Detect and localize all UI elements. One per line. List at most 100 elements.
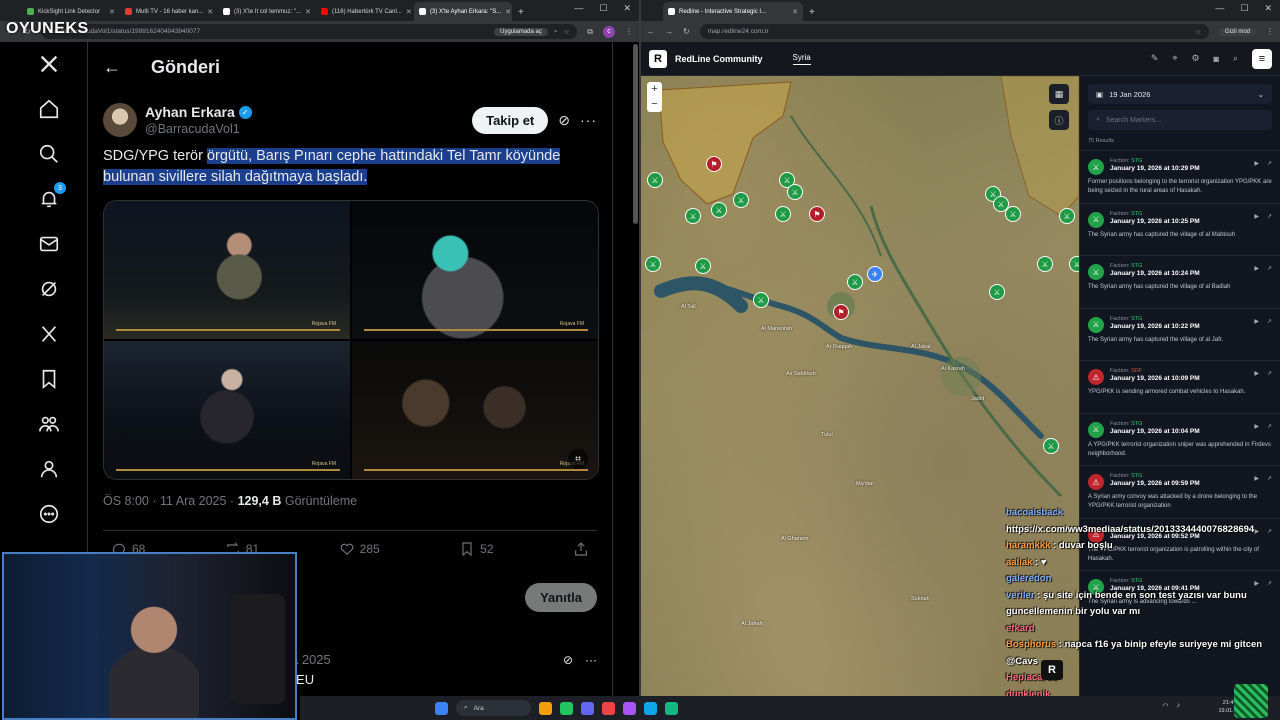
close-tab-icon[interactable]: ✕ <box>792 8 798 16</box>
back-arrow-icon[interactable]: ← <box>103 57 121 78</box>
marker-search-input[interactable]: ⌕ Search Markers... <box>1088 110 1272 130</box>
army-marker-icon[interactable]: ⚔ <box>753 292 769 308</box>
chat-username[interactable]: Bosphorus <box>1006 639 1056 650</box>
zoom-out-button[interactable]: − <box>651 97 657 112</box>
close-tab-icon[interactable]: ✕ <box>207 8 213 16</box>
profile-avatar[interactable]: c <box>603 25 615 38</box>
photo-4[interactable]: Rojava FM⌗ <box>352 341 598 479</box>
video-icon[interactable]: ▶ <box>1254 160 1259 167</box>
army-marker-icon[interactable]: ⚔ <box>685 208 701 224</box>
chat-username[interactable]: galeredon <box>1006 573 1051 584</box>
maximize-icon[interactable]: ☐ <box>599 3 607 14</box>
minimize-icon[interactable]: — <box>574 3 583 14</box>
army-marker-icon[interactable]: ⚔ <box>647 172 663 188</box>
wifi-icon[interactable]: ◠ <box>1162 702 1168 710</box>
new-tab-button[interactable]: + <box>512 7 530 21</box>
author-handle[interactable]: @BarracudaVol1 <box>145 122 252 136</box>
close-tab-icon[interactable]: ✕ <box>305 8 311 16</box>
date-picker[interactable]: ▣ 19 Jan 2026 ⌄ <box>1088 84 1272 104</box>
communities-icon[interactable] <box>37 412 61 436</box>
search-icon[interactable]: ⌕ <box>1233 53 1238 64</box>
new-tab-button[interactable]: + <box>803 7 821 21</box>
video-icon[interactable]: ▶ <box>1254 475 1259 482</box>
menu-dots-icon[interactable]: ⋮ <box>625 27 633 36</box>
external-link-icon[interactable]: ↗ <box>1267 160 1272 167</box>
camera-icon[interactable]: ◙ <box>1214 54 1219 64</box>
map-info-icon[interactable]: ⓘ <box>1049 110 1069 130</box>
army-marker-icon[interactable]: ⚔ <box>1043 438 1059 454</box>
army-marker-icon[interactable]: ⚔ <box>1005 206 1021 222</box>
close-tab-icon[interactable]: ✕ <box>109 8 115 16</box>
url-field[interactable]: x.com/BarracudaVol1/status/1999162404043… <box>40 24 578 39</box>
more-options-icon[interactable]: ··· <box>585 653 597 667</box>
grok-explain-icon[interactable]: ⊘ <box>558 112 570 129</box>
location-pin-icon[interactable]: ⌖ <box>1172 53 1177 64</box>
close-window-icon[interactable]: ✕ <box>1264 3 1272 14</box>
grok-explain-icon[interactable]: ⊘ <box>563 653 573 667</box>
file-explorer-icon[interactable] <box>539 701 552 715</box>
home-icon[interactable] <box>37 97 61 121</box>
redline-floating-logo[interactable]: R <box>1041 660 1063 680</box>
video-icon[interactable]: ▶ <box>1254 370 1259 377</box>
hostile-marker-icon[interactable]: ⚑ <box>706 156 722 172</box>
post-timestamp[interactable]: ÖS 8:00 · 11 Ara 2025 · <box>103 494 238 508</box>
settings-gear-icon[interactable]: ⚙ <box>1191 53 1199 64</box>
explore-search-icon[interactable] <box>37 142 61 166</box>
taskbar-search[interactable]: ⌕ Ara <box>456 700 531 716</box>
video-icon[interactable]: ▶ <box>1254 423 1259 430</box>
army-marker-icon[interactable]: ⚔ <box>787 184 803 200</box>
draw-pen-icon[interactable]: ✎ <box>1151 53 1159 64</box>
army-marker-icon[interactable]: ⚔ <box>1059 208 1075 224</box>
marker-item[interactable]: ⚔ Faction: STG January 19, 2026 at 10:25 P… <box>1080 202 1280 256</box>
bookmark-star-icon[interactable]: ☆ <box>563 28 569 36</box>
image-edit-icon[interactable]: ⌗ <box>568 449 588 469</box>
hostile-marker-icon[interactable]: ⚑ <box>809 206 825 222</box>
browser-chrome-icon[interactable] <box>560 701 573 715</box>
extensions-icon[interactable]: ⧉ <box>587 27 593 37</box>
browser-tab[interactable]: (116) Habertürk TV Canl... ✕ <box>316 2 414 21</box>
volume-icon[interactable]: ♪ <box>1177 702 1181 710</box>
map-layers-icon[interactable]: ▦ <box>1049 84 1069 104</box>
author-avatar[interactable] <box>103 103 137 137</box>
maximize-icon[interactable]: ☐ <box>1240 3 1248 14</box>
close-window-icon[interactable]: ✕ <box>623 3 631 14</box>
url-field[interactable]: map.redline24.com.tr ☆ <box>699 24 1209 39</box>
menu-dots-icon[interactable]: ⋮ <box>1266 27 1274 36</box>
external-link-icon[interactable]: ↗ <box>1267 370 1272 377</box>
hamburger-menu-icon[interactable]: ≡ <box>1252 48 1272 69</box>
browser-tab-active[interactable]: Redline - Interactive Strategic I... ✕ <box>663 2 803 21</box>
external-link-icon[interactable]: ↗ <box>1267 475 1272 482</box>
notifications-bell-icon[interactable]: 3 <box>37 182 66 211</box>
browser-tab[interactable]: KickSight Link Detector ✕ <box>22 2 120 21</box>
external-link-icon[interactable]: ↗ <box>1267 213 1272 220</box>
follow-button[interactable]: Takip et <box>472 106 549 134</box>
profile-icon[interactable] <box>37 457 61 481</box>
marker-item[interactable]: ⚠ Faction: SDF January 19, 2026 at 10:09 P… <box>1080 360 1280 413</box>
incognito-chip[interactable]: Gizli mod <box>1218 27 1256 36</box>
author-display-name[interactable]: Ayhan Erkara ✓ <box>145 104 252 120</box>
bookmark-action[interactable]: 52 <box>459 541 494 557</box>
external-link-icon[interactable]: ↗ <box>1267 423 1272 430</box>
browser-tab[interactable]: Multi TV - 16 haber kan... ✕ <box>120 2 218 21</box>
army-marker-icon[interactable]: ⚔ <box>711 202 727 218</box>
bookmarks-icon[interactable] <box>37 367 61 391</box>
video-icon[interactable]: ▶ <box>1254 318 1259 325</box>
chat-username[interactable]: veriler <box>1006 590 1035 601</box>
discord-icon[interactable] <box>581 701 594 715</box>
share-action[interactable] <box>573 541 589 557</box>
back-icon[interactable]: ← <box>647 27 655 36</box>
photo-1[interactable]: Rojava FM <box>104 201 350 339</box>
edge-icon[interactable] <box>644 701 657 715</box>
army-marker-icon[interactable]: ⚔ <box>989 284 1005 300</box>
marker-item[interactable]: ⚔ Faction: STG January 19, 2026 at 10:22 P… <box>1080 307 1280 361</box>
chat-username[interactable]: haramkkk <box>1006 540 1050 551</box>
army-marker-icon[interactable]: ⚔ <box>1037 256 1053 272</box>
army-marker-icon[interactable]: ⚔ <box>695 258 711 274</box>
more-options-icon[interactable]: ··· <box>580 112 597 128</box>
region-tab-syria[interactable]: Syria <box>792 53 811 65</box>
hostile-marker-icon[interactable]: ⚑ <box>833 304 849 320</box>
app-icon[interactable] <box>602 701 615 715</box>
army-marker-icon[interactable]: ⚔ <box>847 274 863 290</box>
video-icon[interactable]: ▶ <box>1254 265 1259 272</box>
army-marker-icon[interactable]: ⚔ <box>733 192 749 208</box>
